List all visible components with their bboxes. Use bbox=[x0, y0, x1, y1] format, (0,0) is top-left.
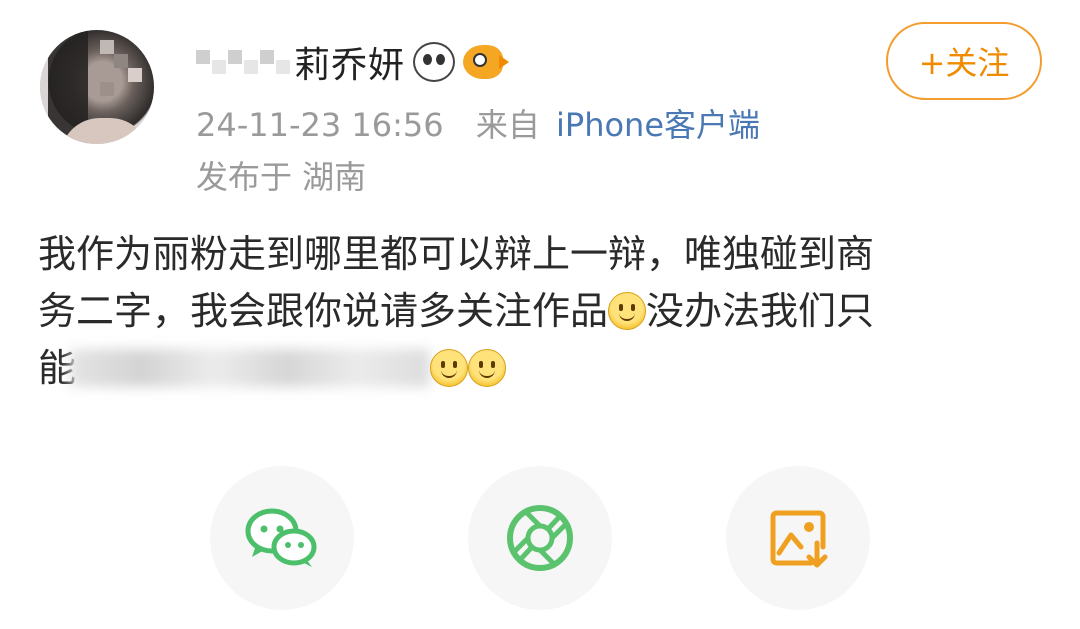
post-line-2-tail: 没办法我们只 bbox=[646, 289, 875, 333]
username-row[interactable]: 莉乔妍 bbox=[196, 34, 510, 90]
smile-emoji-icon bbox=[468, 349, 507, 387]
wechat-icon bbox=[245, 508, 317, 567]
follow-button[interactable]: +关注 bbox=[886, 22, 1042, 100]
source-label: 来自 bbox=[475, 106, 540, 144]
share-moments-button[interactable] bbox=[468, 466, 612, 610]
post-text: 我作为丽粉走到哪里都可以辩上一辩，唯独碰到商 务二字，我会跟你说请多关注作品 没办… bbox=[38, 226, 1048, 397]
fish-badge-icon bbox=[463, 45, 510, 79]
moments-icon bbox=[507, 505, 573, 571]
post-meta: 24-11-23 16:56 来自 iPhone客户端 bbox=[196, 100, 760, 146]
smile-emoji-icon bbox=[430, 349, 469, 387]
share-wechat-button[interactable] bbox=[210, 466, 354, 610]
panda-badge-icon bbox=[413, 42, 456, 82]
save-image-icon bbox=[770, 510, 828, 568]
blurred-text bbox=[70, 349, 431, 387]
save-image-button[interactable] bbox=[726, 466, 870, 610]
post-line-3: 能 bbox=[38, 340, 1048, 397]
client-link[interactable]: iPhone客户端 bbox=[556, 106, 760, 144]
post-location: 发布于 湖南 bbox=[196, 158, 367, 196]
avatar[interactable] bbox=[40, 30, 154, 144]
post-timestamp: 24-11-23 16:56 bbox=[196, 106, 444, 144]
name-mosaic bbox=[196, 50, 290, 74]
post-line-2: 务二字，我会跟你说请多关注作品 没办法我们只 bbox=[38, 283, 1048, 340]
username[interactable]: 莉乔妍 bbox=[294, 36, 405, 88]
post-line-1: 我作为丽粉走到哪里都可以辩上一辩，唯独碰到商 bbox=[38, 232, 875, 276]
post-line-2-text: 务二字，我会跟你说请多关注作品 bbox=[38, 289, 609, 333]
smile-emoji-icon bbox=[608, 292, 647, 330]
